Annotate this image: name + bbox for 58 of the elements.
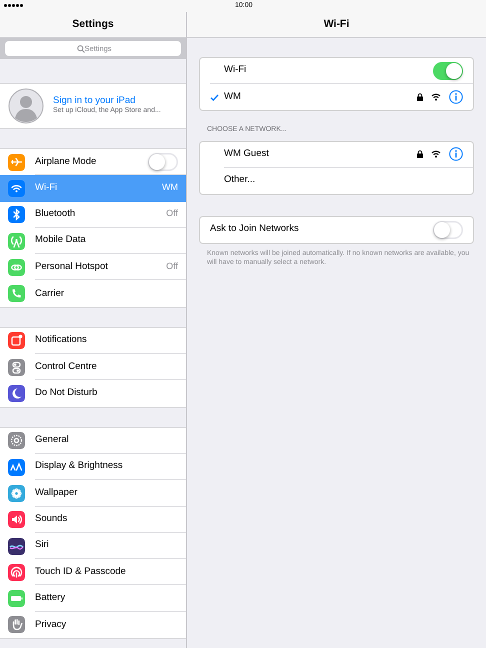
row-label: Mobile Data: [35, 233, 87, 248]
row-label: Wallpaper: [35, 486, 78, 500]
settings-row[interactable]: Notifications: [0, 328, 186, 354]
page-title: Settings: [72, 16, 114, 32]
settings-row[interactable]: Carrier: [0, 280, 186, 307]
row-value: WM: [162, 181, 178, 194]
settings-row[interactable]: Mobile Data: [0, 228, 186, 254]
settings-row[interactable]: Do Not Disturb: [0, 380, 186, 407]
settings-row[interactable]: Control Centre: [0, 354, 186, 380]
network-row[interactable]: WM: [200, 84, 473, 110]
row-label: Privacy: [35, 618, 68, 632]
avatar-icon: [8, 88, 44, 124]
signal-icon: [4, 4, 23, 7]
row-label: Wi-Fi: [224, 63, 248, 78]
row-label: Control Centre: [35, 360, 98, 374]
settings-row[interactable]: Wallpaper: [0, 480, 186, 507]
toggle-switch[interactable]: [148, 152, 178, 171]
row-label: Ask to Join Networks: [210, 222, 300, 236]
wifi-icon: [431, 93, 441, 101]
network-row[interactable]: Other...: [200, 168, 473, 194]
row-label: Airplane Mode: [35, 154, 98, 169]
settings-row[interactable]: Bluetooth Off: [0, 202, 186, 228]
network-name: WM: [224, 90, 242, 104]
row-label: Do Not Disturb: [35, 386, 98, 400]
row-value: Off: [166, 207, 178, 220]
row-label: Touch ID & Passcode: [35, 564, 127, 579]
wifi-icon: [431, 150, 441, 158]
info-icon: [449, 147, 463, 161]
row-label: Battery: [35, 590, 66, 605]
account-title: Sign in to your iPad: [53, 96, 136, 106]
info-button[interactable]: [449, 90, 463, 104]
settings-row[interactable]: Battery: [0, 585, 186, 612]
settings-row[interactable]: Siri: [0, 532, 186, 560]
settings-row[interactable]: Sounds: [0, 506, 186, 533]
row-label: Personal Hotspot: [35, 260, 109, 274]
network-name: WM Guest: [224, 146, 270, 161]
row-label: General: [35, 433, 70, 448]
settings-row[interactable]: General: [0, 428, 186, 454]
network-row[interactable]: WM Guest: [200, 142, 473, 168]
row-label: Wi-Fi: [35, 180, 58, 195]
row-label: Notifications: [35, 333, 88, 348]
row-label: Sounds: [35, 512, 68, 526]
toggle-switch[interactable]: [433, 62, 463, 80]
row-label: Carrier: [35, 286, 66, 300]
settings-row[interactable]: Touch ID & Passcode: [0, 559, 186, 586]
row-label: Display & Brightness: [35, 459, 124, 474]
settings-row[interactable]: Privacy: [0, 612, 186, 638]
page-title: Wi-Fi: [324, 16, 350, 32]
info-button[interactable]: [449, 147, 463, 161]
row-label: Siri: [35, 538, 50, 552]
info-icon: [449, 90, 463, 104]
row-value: Off: [166, 260, 178, 274]
other-networks-label: Other...: [224, 173, 256, 188]
settings-row[interactable]: Display & Brightness: [0, 454, 186, 480]
row-label: Bluetooth: [35, 207, 76, 222]
settings-row[interactable]: Personal Hotspot Off: [0, 254, 186, 280]
search-icon: [77, 44, 85, 52]
toggle-switch[interactable]: [433, 220, 463, 238]
